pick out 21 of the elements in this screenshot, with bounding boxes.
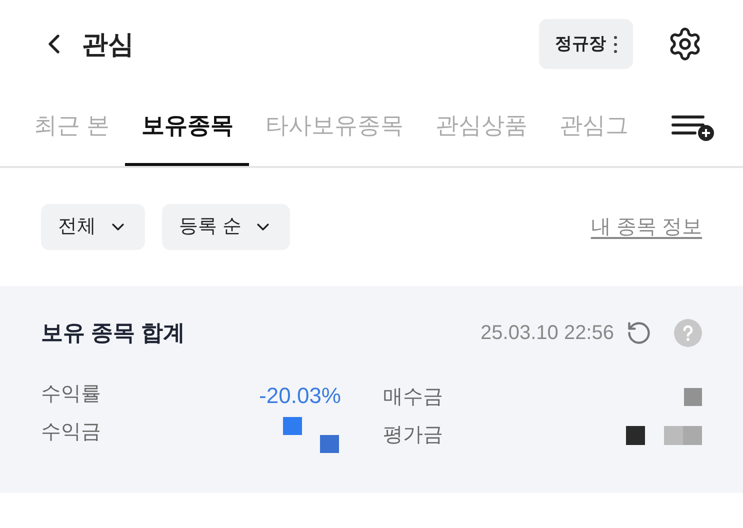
stat-label: 수익률 (41, 382, 102, 407)
stat-label: 평가금 (383, 423, 443, 448)
tab[interactable]: 보유종목 (125, 88, 250, 166)
stat-value: -20.03% (259, 382, 341, 410)
masked-value (684, 388, 702, 406)
market-button[interactable]: 정규장 (539, 19, 633, 69)
tab[interactable]: 최근 본 (18, 88, 126, 166)
filter-dropdown[interactable]: 등록 순 (162, 204, 290, 250)
tab[interactable]: 타사보유종목 (249, 88, 420, 166)
filter-dropdown[interactable]: 전체 (41, 204, 145, 250)
page-title: 관심 (82, 28, 134, 60)
refresh-icon[interactable] (626, 320, 652, 346)
info-link[interactable]: 내 종목 정보 (590, 212, 702, 242)
card-title: 보유 종목 합계 (41, 319, 186, 347)
timestamp: 25.03.10 22:56 (480, 320, 614, 346)
masked-value (283, 417, 341, 453)
tab[interactable]: 관심그 (543, 88, 644, 166)
stat-label: 매수금 (383, 385, 443, 410)
tab[interactable]: 관심상품 (419, 88, 544, 166)
more-icon (614, 36, 617, 52)
stat-label: 수익금 (41, 420, 102, 445)
